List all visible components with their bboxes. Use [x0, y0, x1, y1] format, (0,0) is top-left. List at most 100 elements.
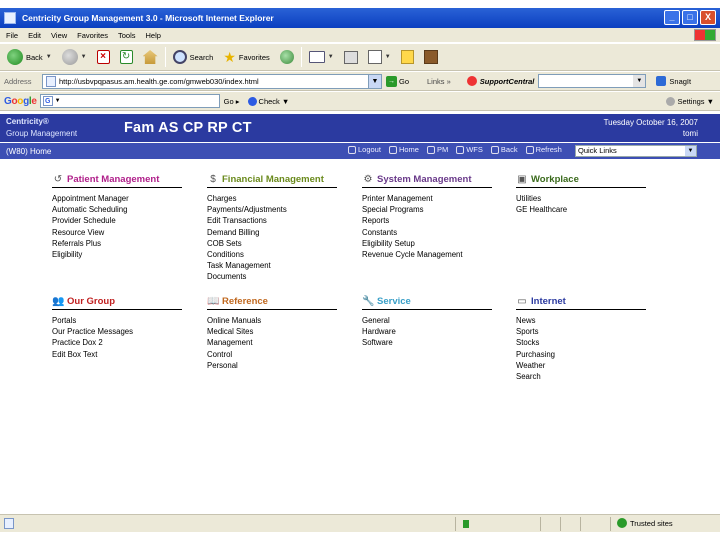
favorites-button[interactable]: ★ Favorites [220, 46, 272, 68]
edit-button[interactable]: ▼ [365, 46, 394, 68]
status-separator [610, 517, 611, 531]
snagit-label: SnagIt [669, 76, 692, 86]
refresh-button[interactable]: ↻ [117, 46, 136, 68]
messenger-button[interactable] [421, 46, 441, 68]
link-edit-box-text[interactable]: Edit Box Text [52, 349, 182, 360]
back-link[interactable]: Back [490, 145, 518, 154]
status-separator [560, 517, 561, 531]
chevron-down-icon[interactable]: ▼ [328, 54, 334, 60]
link-portals[interactable]: Portals [52, 315, 182, 326]
menu-view[interactable]: View [51, 31, 67, 40]
link-management[interactable]: Management [207, 337, 337, 348]
address-input[interactable]: http://usbvpqpasus.am.health.ge.com/gmwe… [42, 73, 382, 89]
link-special-programs[interactable]: Special Programs [362, 204, 492, 215]
link-news[interactable]: News [516, 315, 646, 326]
link-appointment-manager[interactable]: Appointment Manager [52, 193, 182, 204]
link-control[interactable]: Control [207, 349, 337, 360]
toolbar-separator [164, 47, 166, 67]
supportcentral-label: SupportCentral [479, 76, 535, 86]
links-label: Links [427, 76, 445, 86]
link-provider-schedule[interactable]: Provider Schedule [52, 215, 182, 226]
link-reports[interactable]: Reports [362, 215, 492, 226]
chevron-down-icon[interactable]: ▼ [633, 75, 646, 87]
link-hardware[interactable]: Hardware [362, 326, 492, 337]
link-documents[interactable]: Documents [207, 271, 337, 282]
menu-file[interactable]: File [6, 31, 18, 40]
search-button[interactable]: Search [170, 46, 217, 68]
link-medical-sites[interactable]: Medical Sites [207, 326, 337, 337]
chevron-down-icon[interactable]: ▼ [81, 54, 87, 60]
forward-button[interactable]: ▼ [59, 46, 90, 68]
menu-edit[interactable]: Edit [28, 31, 41, 40]
menu-help[interactable]: Help [146, 31, 161, 40]
mail-icon [308, 51, 325, 63]
close-button[interactable]: X [700, 10, 716, 25]
snagit-button[interactable]: SnagIt [656, 76, 691, 86]
google-search-input[interactable]: G ▼ [39, 94, 220, 108]
menu-tools[interactable]: Tools [118, 31, 136, 40]
chevron-down-icon[interactable]: ▼ [55, 98, 61, 104]
link-personal[interactable]: Personal [207, 360, 337, 371]
notes-button[interactable] [398, 46, 417, 68]
home-link[interactable]: Home [388, 145, 419, 154]
link-search[interactable]: Search [516, 371, 646, 382]
link-sports[interactable]: Sports [516, 326, 646, 337]
link-our-practice-messages[interactable]: Our Practice Messages [52, 326, 182, 337]
chevron-down-icon[interactable]: ▼ [46, 54, 52, 60]
supportcentral-button[interactable]: SupportCentral [466, 76, 535, 86]
google-settings-button[interactable]: Settings ▼ [666, 96, 714, 106]
menu-favorites[interactable]: Favorites [77, 31, 108, 40]
history-button[interactable] [277, 46, 297, 68]
link-charges[interactable]: Charges [207, 193, 337, 204]
link-weather[interactable]: Weather [516, 360, 646, 371]
google-go-button[interactable]: Go ▸ [224, 97, 240, 106]
link-automatic-scheduling[interactable]: Automatic Scheduling [52, 204, 182, 215]
link-resource-view[interactable]: Resource View [52, 227, 182, 238]
link-practice-dox-2[interactable]: Practice Dox 2 [52, 337, 182, 348]
google-check-button[interactable]: Check ▼ [247, 96, 289, 106]
logout-icon [348, 145, 356, 154]
chevron-down-icon[interactable]: ▼ [685, 146, 696, 156]
link-eligibility-setup[interactable]: Eligibility Setup [362, 238, 492, 249]
print-button[interactable] [341, 46, 361, 68]
link-referrals-plus[interactable]: Referrals Plus [52, 238, 182, 249]
link-constants[interactable]: Constants [362, 227, 492, 238]
google-logo-letter: e [31, 95, 37, 107]
quick-links-select[interactable]: Quick Links ▼ [575, 145, 697, 157]
links-more[interactable]: » [447, 77, 451, 86]
stop-button[interactable]: × [94, 46, 113, 68]
minimize-button[interactable]: _ [664, 10, 680, 25]
link-stocks[interactable]: Stocks [516, 337, 646, 348]
wfs-link[interactable]: WFS [456, 145, 483, 154]
link-utilities[interactable]: Utilities [516, 193, 646, 204]
link-conditions[interactable]: Conditions [207, 249, 337, 260]
link-software[interactable]: Software [362, 337, 492, 348]
links-toolbar[interactable]: Links » [427, 77, 451, 86]
chevron-down-icon[interactable]: ▼ [368, 74, 381, 88]
chevron-down-icon[interactable]: ▼ [385, 54, 391, 60]
link-ge-healthcare[interactable]: GE Healthcare [516, 204, 646, 215]
link-edit-transactions[interactable]: Edit Transactions [207, 215, 337, 226]
link-eligibility[interactable]: Eligibility [52, 249, 182, 260]
supportcentral-search-input[interactable]: ▼ [538, 74, 647, 88]
link-payments-adjustments[interactable]: Payments/Adjustments [207, 204, 337, 215]
logout-link[interactable]: Logout [348, 145, 381, 154]
link-cob-sets[interactable]: COB Sets [207, 238, 337, 249]
go-button[interactable]: → Go [386, 75, 409, 87]
home-button[interactable] [140, 46, 161, 68]
mail-button[interactable]: ▼ [306, 46, 337, 68]
link-printer-management[interactable]: Printer Management [362, 193, 492, 204]
settings-icon [666, 96, 676, 106]
back-button[interactable]: Back ▼ [4, 46, 55, 68]
link-purchasing[interactable]: Purchasing [516, 349, 646, 360]
google-logo[interactable]: Google [4, 96, 37, 107]
maximize-button[interactable]: □ [682, 10, 698, 25]
pm-link[interactable]: PM [426, 145, 448, 154]
link-demand-billing[interactable]: Demand Billing [207, 227, 337, 238]
link-online-manuals[interactable]: Online Manuals [207, 315, 337, 326]
refresh-link[interactable]: Refresh [525, 145, 562, 154]
link-revenue-cycle-management[interactable]: Revenue Cycle Management [362, 249, 492, 260]
link-task-management[interactable]: Task Management [207, 260, 337, 271]
address-url[interactable]: http://usbvpqpasus.am.health.ge.com/gmwe… [59, 77, 368, 86]
link-general[interactable]: General [362, 315, 492, 326]
